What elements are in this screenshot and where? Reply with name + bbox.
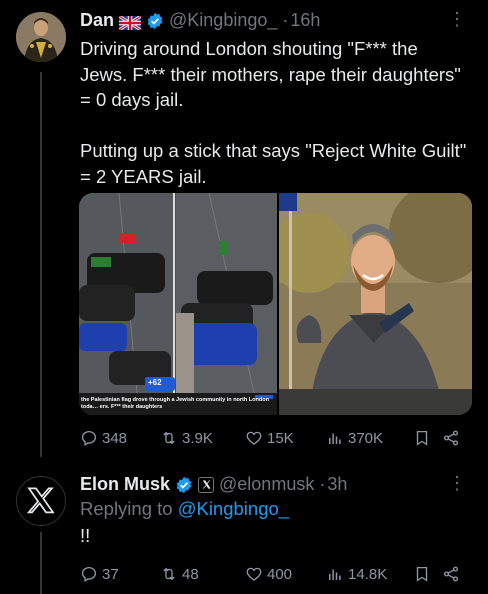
media-image-collage[interactable]: +62 the Palestinian flag drove through a…	[79, 193, 277, 415]
tweet-header: Dan @Kingbingo_ · 16h	[80, 10, 470, 31]
author-name[interactable]: Dan	[80, 10, 114, 31]
replying-to-label: Replying to	[80, 498, 178, 519]
separator-dot: ·	[319, 474, 326, 494]
media-image-man[interactable]	[279, 193, 472, 415]
separator-dot: ·	[282, 10, 289, 30]
media-caption: the Palestinian flag drove through a Jew…	[81, 397, 269, 410]
repost-button[interactable]: 48	[160, 565, 199, 583]
reply-icon	[81, 566, 97, 582]
like-count: 400	[267, 565, 293, 583]
tweet-time[interactable]: 3h	[327, 474, 347, 495]
reply-button[interactable]: 37	[80, 565, 119, 583]
repost-icon	[163, 431, 175, 445]
views-count: 370K	[348, 429, 384, 447]
like-count: 15K	[267, 429, 294, 447]
views-count: 14.8K	[348, 565, 388, 583]
x-logo-icon	[26, 487, 55, 514]
avatar[interactable]	[16, 476, 66, 526]
tweet-text: Driving around London shouting "F*** the…	[80, 38, 467, 187]
tweet-actions: 348 3.9K 15K 370K	[80, 427, 472, 449]
verified-badge-icon	[175, 476, 193, 494]
repost-count: 48	[182, 565, 199, 583]
media-badge: +62	[145, 377, 165, 388]
more-options-icon[interactable]: ⋮	[448, 474, 466, 492]
reply-button[interactable]: 348	[80, 429, 127, 447]
share-button[interactable]	[442, 429, 460, 447]
bookmark-button[interactable]	[413, 429, 431, 447]
share-icon	[443, 430, 459, 446]
bookmark-icon	[416, 430, 428, 446]
avatar[interactable]	[16, 12, 66, 62]
bookmark-button[interactable]	[413, 565, 431, 583]
reply-icon	[81, 430, 97, 446]
repost-count: 3.9K	[182, 429, 213, 447]
share-button[interactable]	[442, 565, 460, 583]
x-affiliation-badge-icon	[198, 476, 215, 493]
views-button[interactable]: 370K	[326, 429, 383, 447]
reply-header: Elon Musk @elonmusk · 3h	[80, 474, 470, 495]
repost-icon	[163, 567, 175, 581]
like-button[interactable]: 400	[245, 565, 292, 583]
views-icon	[329, 433, 341, 444]
tweet-media[interactable]: +62 the Palestinian flag drove through a…	[79, 193, 472, 415]
reply-count: 348	[102, 429, 128, 447]
uk-flag-icon	[118, 14, 142, 31]
like-button[interactable]: 15K	[245, 429, 294, 447]
reply-count: 37	[102, 565, 119, 583]
thread-line	[40, 72, 42, 457]
views-button[interactable]: 14.8K	[326, 565, 387, 583]
verified-badge-icon	[146, 12, 164, 30]
heart-icon	[246, 431, 262, 445]
replying-to: Replying to @Kingbingo_	[80, 498, 289, 520]
thread-line	[40, 532, 42, 594]
repost-button[interactable]: 3.9K	[160, 429, 213, 447]
author-handle[interactable]: @Kingbingo_	[169, 10, 277, 31]
author-name[interactable]: Elon Musk	[80, 474, 170, 495]
tweet-time[interactable]: 16h	[290, 10, 320, 31]
reply-text: !!	[80, 525, 91, 546]
bookmark-icon	[416, 566, 428, 582]
reply-actions: 37 48 400 14.8K	[80, 563, 472, 585]
author-handle[interactable]: @elonmusk	[219, 474, 314, 495]
views-icon	[329, 569, 341, 580]
more-options-icon[interactable]: ⋮	[448, 10, 466, 28]
share-icon	[443, 566, 459, 582]
heart-icon	[246, 567, 262, 581]
replying-to-handle-link[interactable]: @Kingbingo_	[178, 498, 289, 519]
